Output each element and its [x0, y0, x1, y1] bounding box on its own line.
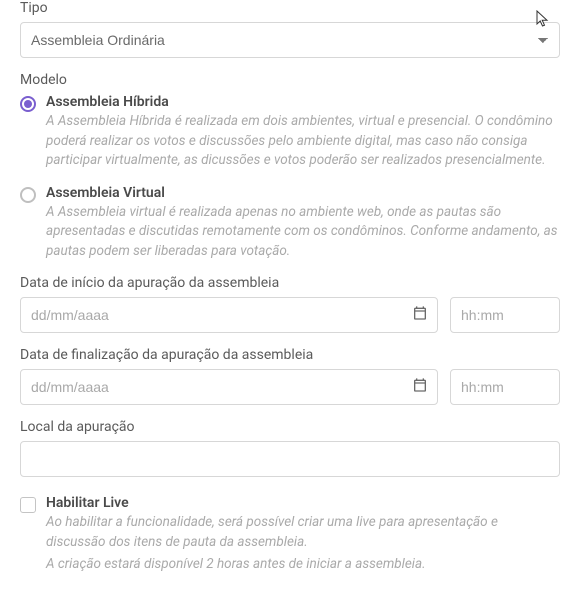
radio-dot-icon: [24, 100, 32, 108]
radio-assembleia-virtual[interactable]: [20, 187, 36, 203]
local-input[interactable]: [20, 441, 560, 477]
start-date-input[interactable]: [20, 297, 438, 333]
radio-virtual-title: Assembleia Virtual: [46, 185, 560, 201]
habilitar-live-checkbox[interactable]: [20, 497, 36, 513]
start-time-input[interactable]: [450, 297, 560, 333]
habilitar-live-desc-2: A criação estará disponível 2 horas ante…: [46, 555, 560, 575]
modelo-radio-group: Assembleia Híbrida A Assembleia Híbrida …: [20, 94, 560, 261]
radio-assembleia-hibrida[interactable]: [20, 96, 36, 112]
habilitar-live-title: Habilitar Live: [46, 495, 560, 511]
modelo-label: Modelo: [20, 72, 560, 88]
local-label: Local da apuração: [20, 419, 560, 435]
radio-hibrida-desc: A Assembleia Híbrida é realizada em dois…: [46, 112, 560, 171]
habilitar-live-desc-1: Ao habilitar a funcionalidade, será poss…: [46, 513, 560, 552]
tipo-label: Tipo: [20, 0, 560, 16]
start-date-label: Data de início da apuração da assembleia: [20, 275, 560, 291]
radio-hibrida-title: Assembleia Híbrida: [46, 94, 560, 110]
radio-virtual-desc: A Assembleia virtual é realizada apenas …: [46, 203, 560, 262]
tipo-select[interactable]: Assembleia Ordinária: [20, 22, 560, 58]
end-date-input[interactable]: [20, 369, 438, 405]
end-time-input[interactable]: [450, 369, 560, 405]
end-date-label: Data de finalização da apuração da assem…: [20, 347, 560, 363]
